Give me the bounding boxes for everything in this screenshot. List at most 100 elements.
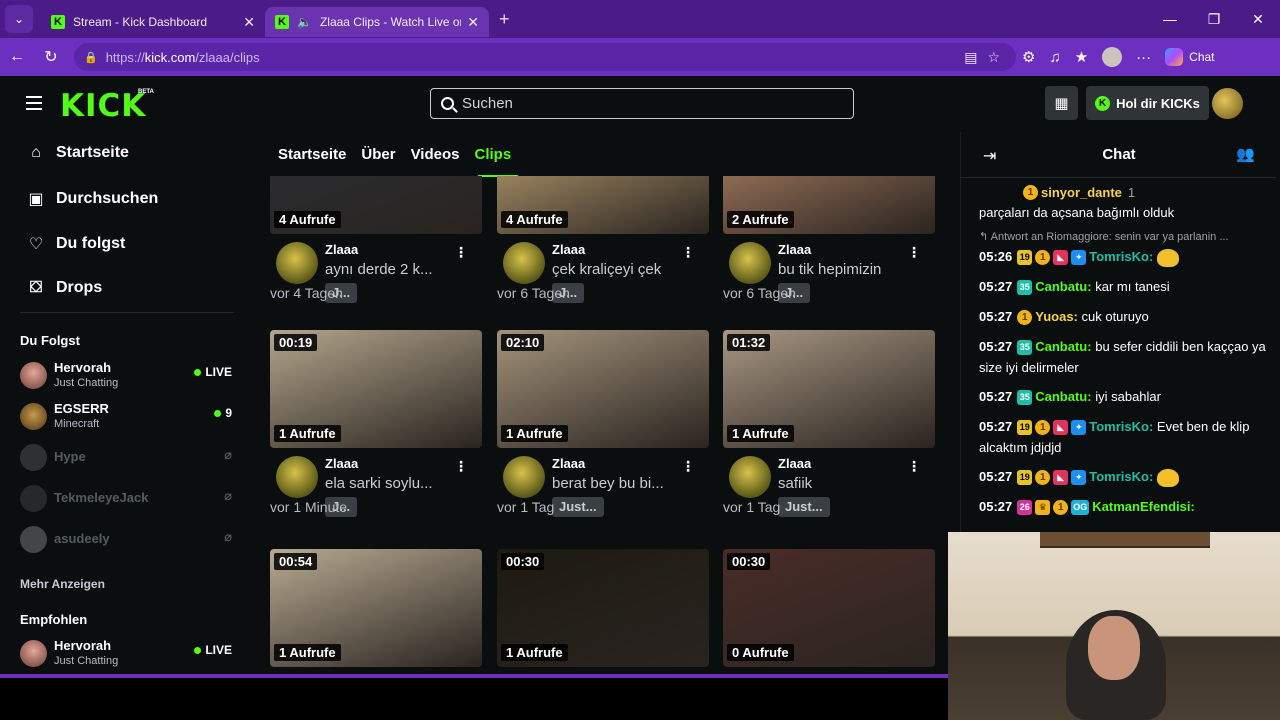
- sidebar-item-following[interactable]: ♡ Du folgst: [26, 234, 126, 254]
- clip-thumbnail[interactable]: 00:30 1 Aufrufe: [497, 549, 709, 667]
- tab-videos[interactable]: Videos: [411, 146, 460, 163]
- tab-clips[interactable]: Clips: [474, 146, 511, 163]
- tab-actions-button[interactable]: ⌄: [5, 5, 33, 33]
- clip-thumbnail[interactable]: 01:32 1 Aufrufe: [723, 330, 935, 448]
- lock-icon[interactable]: 🔒: [84, 51, 98, 64]
- chat-message: 05:27 19 1 ◣ ✦ TomrisKo:: [979, 466, 1269, 487]
- clip-thumbnail[interactable]: 02:10 1 Aufrufe: [497, 330, 709, 448]
- channel-avatar[interactable]: [729, 456, 771, 498]
- message-username[interactable]: TomrisKo:: [1089, 469, 1153, 484]
- clip-channel[interactable]: Zlaaa: [778, 456, 811, 471]
- clip-thumbnail[interactable]: 4 Aufrufe: [270, 176, 482, 234]
- clip-title[interactable]: çek kraliçeyi çek: [552, 261, 661, 278]
- followed-channel[interactable]: EGSERR Minecraft 9: [20, 399, 232, 435]
- restore-icon[interactable]: ❐: [1192, 11, 1236, 28]
- show-more-link[interactable]: Mehr Anzeigen: [20, 577, 105, 591]
- speaker-icon[interactable]: 🔈: [297, 15, 312, 29]
- back-icon[interactable]: ←: [0, 48, 34, 66]
- reply-context[interactable]: ↰ Antwort an Riomaggiore: senin var ya p…: [979, 230, 1269, 243]
- sidebar-item-browse[interactable]: ▣ Durchsuchen: [26, 189, 158, 209]
- clip-thumbnail[interactable]: 4 Aufrufe: [497, 176, 709, 234]
- search-bar[interactable]: [430, 88, 854, 119]
- tab-kick-dashboard[interactable]: K Stream - Kick Dashboard ✕: [41, 7, 265, 37]
- minimize-icon[interactable]: —: [1148, 11, 1192, 27]
- more-options-icon[interactable]: ⋮: [907, 244, 921, 261]
- channel-category: Just Chatting: [54, 377, 119, 389]
- extensions-icon[interactable]: ⚙: [1022, 48, 1035, 66]
- subscriber-badge: 26: [1017, 500, 1033, 516]
- media-control-icon[interactable]: ♫: [1049, 49, 1060, 66]
- favorites-icon[interactable]: ★: [1075, 48, 1088, 66]
- message-username[interactable]: Canbatu:: [1035, 339, 1091, 354]
- new-tab-icon[interactable]: +: [499, 9, 510, 30]
- kick-logo[interactable]: KICK: [60, 88, 146, 124]
- pinned-gifter[interactable]: 1 sinyor_dante 1: [1023, 185, 1135, 200]
- clip-title[interactable]: berat bey bu bi...: [552, 475, 664, 492]
- clip-category[interactable]: Just...: [552, 497, 604, 517]
- channel-avatar[interactable]: [503, 456, 545, 498]
- sidebar-item-home[interactable]: ⌂ Startseite: [26, 144, 129, 162]
- sidebar-item-drops[interactable]: ⛋ Drops: [26, 279, 102, 297]
- followed-channel[interactable]: asudeely ⌀: [20, 522, 232, 558]
- clip-title[interactable]: ela sarki soylu...: [325, 475, 433, 492]
- favorite-star-icon[interactable]: ☆: [987, 49, 1000, 66]
- store-button[interactable]: ▦: [1045, 86, 1078, 120]
- clip-thumbnail[interactable]: 00:54 1 Aufrufe: [270, 549, 482, 667]
- channel-avatar[interactable]: [503, 242, 545, 284]
- channel-name: Hervorah: [54, 360, 112, 375]
- message-username[interactable]: Canbatu:: [1035, 279, 1091, 294]
- channel-avatar[interactable]: [276, 242, 318, 284]
- close-icon[interactable]: ✕: [467, 14, 479, 31]
- reload-icon[interactable]: ↻: [34, 47, 68, 67]
- more-options-icon[interactable]: ⋮: [681, 458, 695, 475]
- recommended-channel[interactable]: Hervorah Just Chatting LIVE: [20, 636, 232, 672]
- clip-thumbnail[interactable]: 2 Aufrufe: [723, 176, 935, 234]
- tab-about[interactable]: Über: [361, 146, 395, 163]
- clip-channel[interactable]: Zlaaa: [325, 456, 358, 471]
- followed-channel[interactable]: Hype ⌀: [20, 440, 232, 476]
- clip-thumbnail[interactable]: 00:19 1 Aufrufe: [270, 330, 482, 448]
- message-username[interactable]: Canbatu:: [1035, 389, 1091, 404]
- clip-channel[interactable]: Zlaaa: [552, 456, 585, 471]
- tab-zlaaa-clips[interactable]: K 🔈 Zlaaa Clips - Watch Live on Kick ✕: [265, 7, 489, 37]
- clip-category[interactable]: Just...: [778, 497, 830, 517]
- search-input[interactable]: [462, 95, 842, 112]
- chat-users-icon[interactable]: 👥: [1236, 145, 1255, 163]
- more-options-icon[interactable]: ···: [1136, 49, 1151, 66]
- subscriber-badge: 35: [1017, 340, 1033, 356]
- message-username[interactable]: TomrisKo:: [1089, 249, 1153, 264]
- tab-home[interactable]: Startseite: [278, 146, 346, 163]
- clip-channel[interactable]: Zlaaa: [325, 242, 358, 257]
- more-options-icon[interactable]: ⋮: [907, 458, 921, 475]
- message-time: 05:27: [979, 309, 1013, 324]
- clip-views: 1 Aufrufe: [501, 644, 568, 661]
- close-icon[interactable]: ✕: [243, 14, 255, 31]
- chat-message: 05:26 19 1 ◣ ✦ TomrisKo:: [979, 246, 1269, 267]
- more-options-icon[interactable]: ⋮: [454, 458, 468, 475]
- followed-channel[interactable]: Hervorah Just Chatting LIVE: [20, 358, 232, 394]
- clip-title[interactable]: bu tik hepimizin: [778, 261, 881, 278]
- more-options-icon[interactable]: ⋮: [681, 244, 695, 261]
- clip-title[interactable]: aynı derde 2 k...: [325, 261, 433, 278]
- get-kicks-button[interactable]: K Hol dir KICKs: [1086, 86, 1209, 120]
- more-options-icon[interactable]: ⋮: [454, 244, 468, 261]
- clip-title[interactable]: safiik: [778, 475, 812, 492]
- message-username[interactable]: Yuoas:: [1035, 309, 1078, 324]
- clip-channel[interactable]: Zlaaa: [552, 242, 585, 257]
- address-bar[interactable]: 🔒 https://kick.com/zlaaa/clips ▤ ☆: [74, 43, 1016, 71]
- tab-title: Stream - Kick Dashboard: [73, 15, 208, 29]
- clip-channel[interactable]: Zlaaa: [778, 242, 811, 257]
- followed-channel[interactable]: TekmeleyeJack ⌀: [20, 481, 232, 517]
- message-username[interactable]: TomrisKo:: [1089, 419, 1153, 434]
- clip-thumbnail[interactable]: 00:30 0 Aufrufe: [723, 549, 935, 667]
- copilot-chat-button[interactable]: Chat: [1165, 48, 1215, 66]
- menu-icon[interactable]: [26, 96, 42, 110]
- window-close-icon[interactable]: ✕: [1236, 11, 1280, 28]
- profile-avatar[interactable]: [1102, 47, 1123, 67]
- user-avatar[interactable]: [1212, 88, 1243, 119]
- reader-view-icon[interactable]: ▤: [964, 49, 977, 66]
- channel-avatar[interactable]: [729, 242, 771, 284]
- message-username[interactable]: KatmanEfendisi:: [1092, 499, 1195, 514]
- channel-avatar[interactable]: [276, 456, 318, 498]
- chevron-down-icon: ⌄: [13, 12, 25, 26]
